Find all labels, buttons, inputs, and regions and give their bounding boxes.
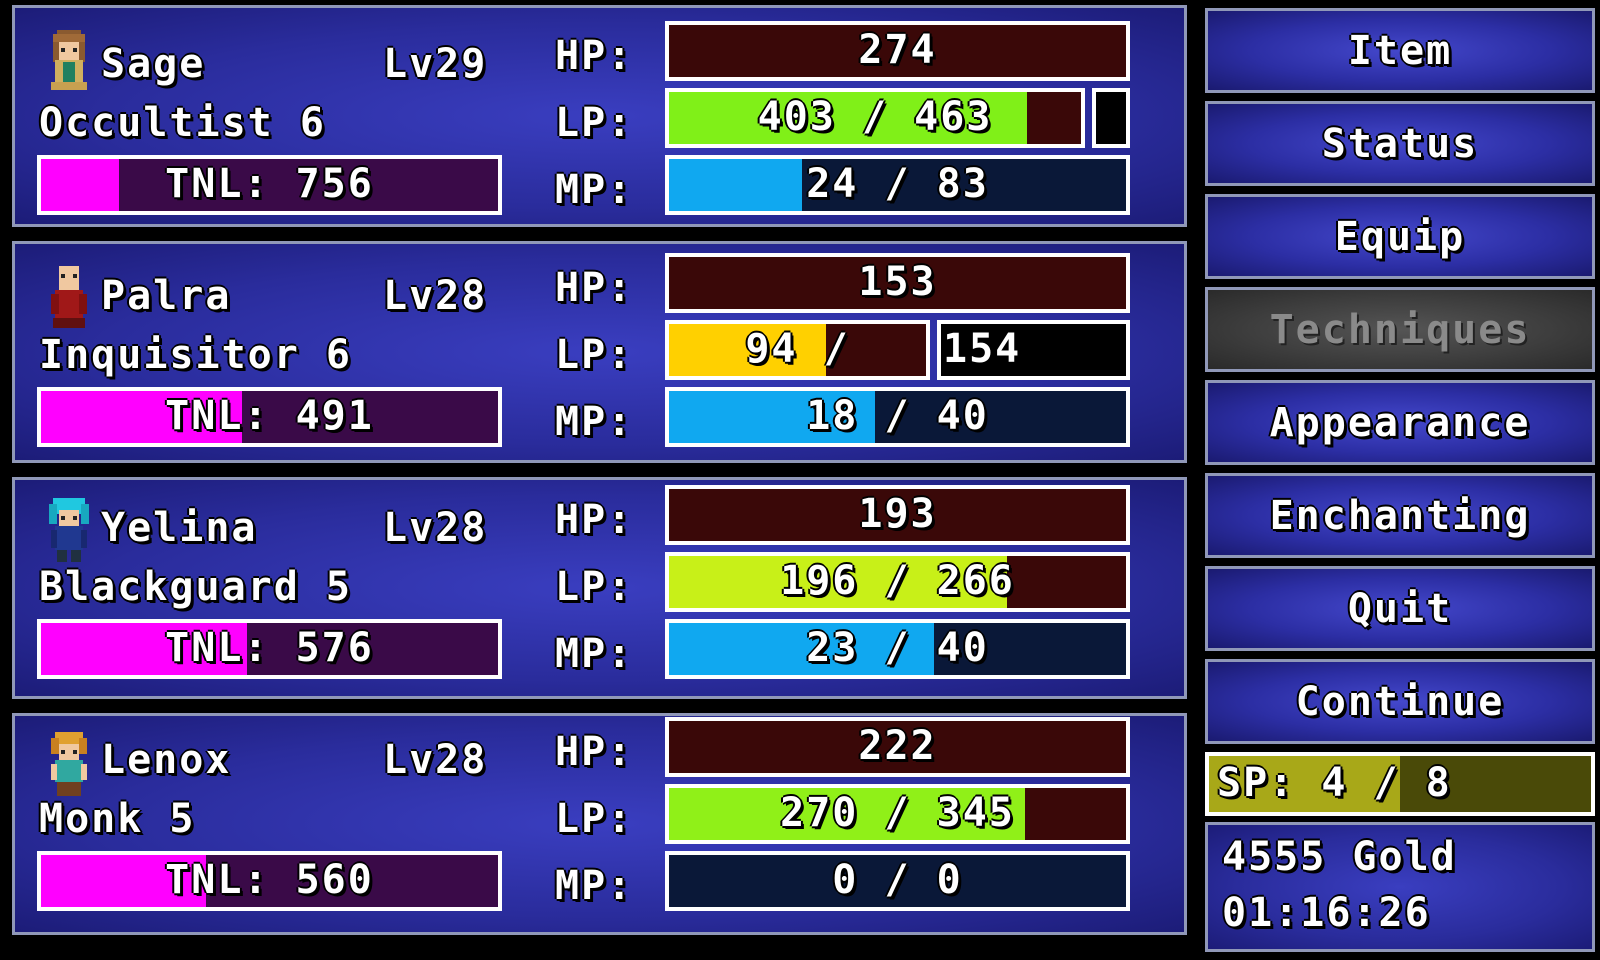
- menu-item-equip[interactable]: Equip: [1205, 194, 1595, 279]
- tnl-bar: TNL: 576: [37, 619, 502, 679]
- member-name: Lenox: [101, 737, 232, 783]
- sage-portrait: [51, 30, 87, 90]
- member-level: Lv28: [383, 505, 488, 551]
- member-class: Monk 5: [39, 796, 196, 842]
- member-level: Lv28: [383, 737, 488, 783]
- lp-max-value: 154: [943, 326, 1022, 373]
- hp-value: 222: [858, 723, 937, 770]
- palra-portrait: [51, 266, 87, 328]
- tnl-bar: TNL: 491: [37, 387, 502, 447]
- mp-label: MP:: [555, 399, 634, 445]
- lp-bar: 403 / 463: [665, 88, 1085, 148]
- hp-bar: 274: [665, 21, 1130, 81]
- member-level: Lv28: [383, 273, 488, 319]
- hp-bar: 193: [665, 485, 1130, 545]
- lp-bar: 270 / 345: [665, 784, 1130, 844]
- menu-item-techniques[interactable]: Techniques: [1205, 287, 1595, 372]
- lp-value: 270 / 345: [780, 790, 1015, 837]
- sp-bar: SP: 4 / 8: [1205, 752, 1595, 816]
- lp-bar: 94 /: [665, 320, 930, 380]
- menu-item-continue[interactable]: Continue: [1205, 659, 1595, 744]
- lp-value: 403 / 463: [757, 94, 993, 141]
- sp-text: SP: 4 / 8: [1217, 760, 1452, 807]
- lp-bar: 196 / 266: [665, 552, 1130, 612]
- tnl-bar: TNL: 560: [37, 851, 502, 911]
- yelina-portrait: [49, 498, 89, 562]
- member-name: Yelina: [101, 505, 258, 551]
- menu-item-status[interactable]: Status: [1205, 101, 1595, 186]
- party-member-panel-sage[interactable]: Sage Lv29 Occultist 6 TNL: 756 HP: LP: M…: [12, 5, 1187, 227]
- play-time: 01:16:26: [1222, 890, 1431, 936]
- tnl-text: TNL: 560: [165, 857, 374, 904]
- hp-value: 193: [858, 491, 937, 538]
- mp-value: 24 / 83: [806, 161, 989, 208]
- lenox-portrait: [51, 732, 87, 796]
- hp-label: HP:: [555, 265, 634, 311]
- party-member-panel-yelina[interactable]: Yelina Lv28 Blackguard 5 TNL: 576 HP: LP…: [12, 477, 1187, 699]
- tnl-text: TNL: 576: [165, 625, 374, 672]
- lp-value: 94 /: [745, 326, 850, 373]
- hp-label: HP:: [555, 729, 634, 775]
- gold-time-panel: 4555 Gold 01:16:26: [1205, 822, 1595, 952]
- party-member-panel-palra[interactable]: Palra Lv28 Inquisitor 6 TNL: 491 HP: LP:…: [12, 241, 1187, 463]
- tnl-bar: TNL: 756: [37, 155, 502, 215]
- hp-value: 274: [858, 27, 937, 74]
- menu-item-appearance[interactable]: Appearance: [1205, 380, 1595, 465]
- party-member-panel-lenox[interactable]: Lenox Lv28 Monk 5 TNL: 560 HP: LP: MP: 2…: [12, 713, 1187, 935]
- mp-bar: 23 / 40: [665, 619, 1130, 679]
- gold-amount: 4555 Gold: [1222, 834, 1457, 880]
- menu-item-enchanting[interactable]: Enchanting: [1205, 473, 1595, 558]
- mp-bar: 18 / 40: [665, 387, 1130, 447]
- hp-label: HP:: [555, 497, 634, 543]
- lp-max-box: 154: [937, 320, 1130, 380]
- tnl-text: TNL: 756: [165, 161, 374, 208]
- lp-label: LP:: [555, 100, 634, 146]
- hp-value: 153: [858, 259, 937, 306]
- lp-value: 196 / 266: [780, 558, 1015, 605]
- member-name: Palra: [101, 273, 232, 319]
- menu-item-quit[interactable]: Quit: [1205, 566, 1595, 651]
- mp-label: MP:: [555, 631, 634, 677]
- menu-item-item[interactable]: Item: [1205, 8, 1595, 93]
- member-level: Lv29: [383, 41, 488, 87]
- hp-bar: 153: [665, 253, 1130, 313]
- lp-label: LP:: [555, 332, 634, 378]
- mp-label: MP:: [555, 863, 634, 909]
- mp-value: 0 / 0: [832, 857, 963, 904]
- mp-bar: 0 / 0: [665, 851, 1130, 911]
- mp-value: 23 / 40: [806, 625, 989, 672]
- mp-label: MP:: [555, 167, 634, 213]
- hp-bar: 222: [665, 717, 1130, 777]
- tnl-text: TNL: 491: [165, 393, 374, 440]
- member-class: Occultist 6: [39, 100, 326, 146]
- hp-label: HP:: [555, 33, 634, 79]
- member-class: Inquisitor 6: [39, 332, 352, 378]
- member-class: Blackguard 5: [39, 564, 352, 610]
- mp-value: 18 / 40: [806, 393, 989, 440]
- lp-label: LP:: [555, 796, 634, 842]
- lp-label: LP:: [555, 564, 634, 610]
- mp-bar: 24 / 83: [665, 155, 1130, 215]
- lp-overflow-box: [1092, 88, 1130, 148]
- member-name: Sage: [101, 41, 206, 87]
